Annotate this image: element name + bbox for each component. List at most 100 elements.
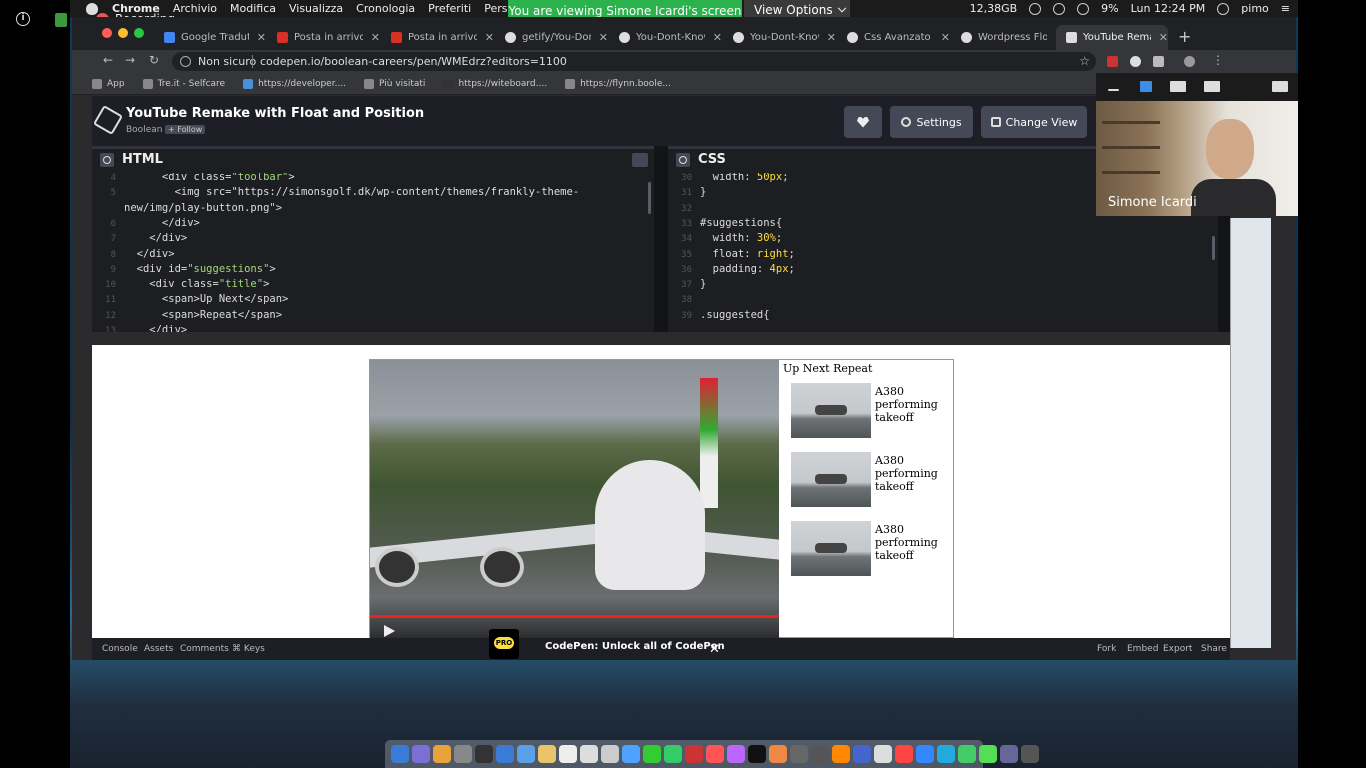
- codepen-logo-icon[interactable]: [92, 104, 124, 136]
- clock[interactable]: Lun 12:24 PM: [1131, 2, 1206, 15]
- code-line[interactable]: 5 <img src="https://simonsgolf.dk/wp-con…: [92, 186, 580, 201]
- dock-app-icon[interactable]: [811, 745, 829, 763]
- suggested-video[interactable]: A380 performing takeoff: [791, 452, 951, 512]
- close-window-button[interactable]: [102, 28, 112, 38]
- bookmark-developer[interactable]: https://developer....: [243, 78, 346, 89]
- gallery-view-icon[interactable]: [1204, 81, 1220, 92]
- bookmark-tre[interactable]: Tre.it - Selfcare: [142, 78, 225, 89]
- reload-icon[interactable]: ↻: [149, 53, 159, 67]
- keys-button[interactable]: ⌘ Keys: [232, 644, 265, 654]
- battery-level[interactable]: 9%: [1101, 2, 1118, 15]
- tab-github-getify[interactable]: getify/You-Dont ✕: [495, 25, 608, 50]
- dock-app-icon[interactable]: [874, 745, 892, 763]
- close-icon[interactable]: ✕: [599, 31, 608, 44]
- dock-app-icon[interactable]: [580, 745, 598, 763]
- participant-video[interactable]: Simone Icardi: [1096, 101, 1298, 216]
- menu-visualizza[interactable]: Visualizza: [289, 2, 343, 15]
- extension-icon[interactable]: [1130, 56, 1141, 67]
- share-button[interactable]: Share: [1201, 644, 1227, 654]
- more-menu-icon[interactable]: ⋮: [1212, 53, 1224, 67]
- thumbnail-view-icon[interactable]: [1170, 81, 1186, 92]
- change-view-button[interactable]: Change View: [981, 106, 1087, 138]
- dock-app-icon[interactable]: [832, 745, 850, 763]
- menu-cronologia[interactable]: Cronologia: [356, 2, 415, 15]
- like-button[interactable]: [844, 106, 882, 138]
- bookmark-star-icon[interactable]: ☆: [1079, 54, 1090, 68]
- bookmark-witeboard[interactable]: https://witeboard....: [443, 78, 547, 89]
- bookmark-flynn[interactable]: https://flynn.boole...: [565, 78, 671, 89]
- bookmark-apps[interactable]: App: [92, 78, 125, 89]
- minimize-window-button[interactable]: [118, 28, 128, 38]
- close-icon[interactable]: ✕: [1159, 31, 1168, 44]
- extension-icon[interactable]: [1153, 56, 1164, 67]
- dock-app-icon[interactable]: [1021, 745, 1039, 763]
- html-editor[interactable]: HTML 4 <div class="toolbar"> 5 <img src="…: [92, 146, 654, 332]
- code-line[interactable]: 7 </div>: [92, 232, 188, 247]
- dock-app-icon[interactable]: [769, 745, 787, 763]
- video-thumbnail[interactable]: [791, 521, 871, 576]
- video-thumbnail[interactable]: [791, 383, 871, 438]
- dock-app-icon[interactable]: [685, 745, 703, 763]
- dock-app-icon[interactable]: [748, 745, 766, 763]
- profile-avatar[interactable]: [1184, 56, 1195, 67]
- code-line[interactable]: 38: [668, 293, 700, 308]
- dock-app-icon[interactable]: [391, 745, 409, 763]
- site-info-icon[interactable]: [180, 56, 191, 67]
- console-button[interactable]: Console: [102, 644, 138, 654]
- dock-app-icon[interactable]: [454, 745, 472, 763]
- fork-button[interactable]: Fork: [1097, 644, 1116, 654]
- speaker-view-icon[interactable]: [1140, 81, 1152, 92]
- suggested-video-title[interactable]: A380 performing takeoff: [875, 523, 945, 562]
- promo-text[interactable]: CodePen: Unlock all of CodePen: [545, 641, 725, 652]
- code-line[interactable]: 11 <span>Up Next</span>: [92, 293, 288, 308]
- menu-preferiti[interactable]: Preferiti: [428, 2, 471, 15]
- info-icon[interactable]: i: [16, 12, 30, 26]
- dock-app-icon[interactable]: [496, 745, 514, 763]
- code-line[interactable]: 6 </div>: [92, 217, 200, 232]
- embed-button[interactable]: Embed: [1127, 644, 1158, 654]
- tab-gmail-2[interactable]: Posta in arrivo (✕: [381, 25, 494, 50]
- video-thumbnail[interactable]: [791, 452, 871, 507]
- new-tab-button[interactable]: +: [1178, 27, 1191, 46]
- dock-app-icon[interactable]: [979, 745, 997, 763]
- video-progress-bar[interactable]: [370, 615, 779, 618]
- comments-button[interactable]: Comments: [180, 644, 229, 654]
- time-machine-icon[interactable]: [1029, 2, 1042, 15]
- tab-youtube-remake[interactable]: YouTube Remak ✕: [1056, 25, 1168, 50]
- close-icon[interactable]: ✕: [257, 31, 266, 44]
- dock-app-icon[interactable]: [538, 745, 556, 763]
- scrollbar[interactable]: [1212, 236, 1215, 260]
- dock-app-icon[interactable]: [622, 745, 640, 763]
- code-line[interactable]: 39 .suggested{: [668, 309, 769, 324]
- zoom-window-button[interactable]: [134, 28, 144, 38]
- tab-wordpress-float[interactable]: Wordpress Float✕: [951, 25, 1064, 50]
- code-line[interactable]: 8 </div>: [92, 248, 175, 263]
- code-line[interactable]: 10 <div class="title">: [92, 278, 269, 293]
- tab-gmail-1[interactable]: Posta in arrivo (✕: [267, 25, 380, 50]
- code-line[interactable]: 31}: [668, 186, 706, 201]
- code-line[interactable]: 37}: [668, 278, 706, 293]
- suggested-video-title[interactable]: A380 performing takeoff: [875, 385, 945, 424]
- tab-google-translate[interactable]: Google Tradutto ✕: [154, 25, 266, 50]
- forward-arrow-icon[interactable]: →: [125, 53, 135, 67]
- chevron-down-icon[interactable]: [632, 153, 648, 167]
- dock-app-icon[interactable]: [559, 745, 577, 763]
- back-arrow-icon[interactable]: ←: [103, 53, 113, 67]
- notification-center-icon[interactable]: ≡: [1281, 2, 1290, 15]
- wifi-icon[interactable]: [1077, 2, 1090, 15]
- close-icon[interactable]: ✕: [827, 31, 836, 44]
- dock-app-icon[interactable]: [433, 745, 451, 763]
- dock-app-icon[interactable]: [958, 745, 976, 763]
- dock-app-icon[interactable]: [727, 745, 745, 763]
- close-icon[interactable]: ✕: [371, 31, 380, 44]
- dock-app-icon[interactable]: [853, 745, 871, 763]
- close-icon[interactable]: ✕: [485, 31, 494, 44]
- dock-app-icon[interactable]: [664, 745, 682, 763]
- dock-app-icon[interactable]: [706, 745, 724, 763]
- code-line[interactable]: 4 <div class="toolbar">: [92, 173, 295, 186]
- code-line[interactable]: 12 <span>Repeat</span>: [92, 309, 282, 324]
- bookmark-piu-visitati[interactable]: Più visitati: [364, 78, 425, 89]
- code-line[interactable]: 34 width: 30%;: [668, 232, 782, 247]
- pro-badge[interactable]: PRO: [489, 629, 519, 659]
- menu-modifica[interactable]: Modifica: [230, 2, 276, 15]
